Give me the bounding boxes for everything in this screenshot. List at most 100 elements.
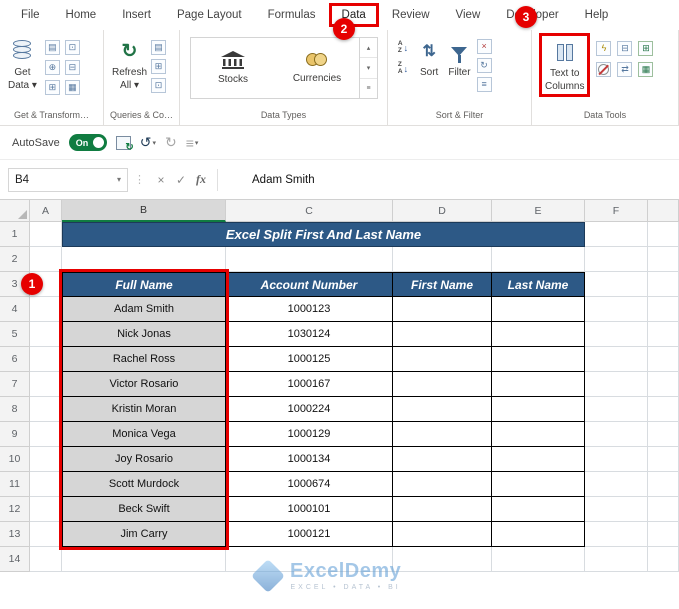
tab-file[interactable]: File xyxy=(8,3,53,27)
gallery-down-icon[interactable]: ▾ xyxy=(360,58,377,79)
formula-bar-value[interactable]: Adam Smith xyxy=(224,174,315,186)
cell-first-name[interactable] xyxy=(393,322,492,347)
column-header-b[interactable]: B xyxy=(62,200,226,222)
remove-duplicates-icon[interactable]: ⊟ xyxy=(617,41,633,56)
enter-icon[interactable]: ✓ xyxy=(171,173,191,187)
cell-c2[interactable] xyxy=(226,247,393,272)
cell-g7[interactable] xyxy=(648,372,679,397)
cell-first-name[interactable] xyxy=(393,422,492,447)
cell-account-number[interactable]: 1000123 xyxy=(226,297,393,322)
cell-account-number[interactable]: 1000674 xyxy=(226,472,393,497)
edit-links-icon[interactable]: ⊡ xyxy=(151,78,167,93)
cell-full-name[interactable]: Rachel Ross xyxy=(62,347,226,372)
gallery-more-icon[interactable]: ≡ xyxy=(360,79,377,98)
row-header-12[interactable]: 12 xyxy=(0,497,30,522)
cell-a12[interactable] xyxy=(30,497,62,522)
autosave-toggle[interactable]: On xyxy=(68,134,107,151)
insert-function-icon[interactable]: fx xyxy=(191,172,211,187)
cell-last-name[interactable] xyxy=(492,372,585,397)
column-header-d[interactable]: D xyxy=(393,200,492,222)
undo-button[interactable]: ↺ ▾ xyxy=(140,134,156,151)
row-header-1[interactable]: 1 xyxy=(0,222,30,247)
cell-first-name[interactable] xyxy=(393,347,492,372)
cell-first-name[interactable] xyxy=(393,297,492,322)
tab-insert[interactable]: Insert xyxy=(109,3,164,27)
tab-help[interactable]: Help xyxy=(572,3,622,27)
tab-view[interactable]: View xyxy=(443,3,494,27)
reapply-icon[interactable]: ↻ xyxy=(476,58,492,73)
row-header-14[interactable]: 14 xyxy=(0,547,30,572)
customize-qat-button[interactable]: ≡ ▾ xyxy=(186,135,199,151)
text-to-columns-button[interactable]: Text to Columns xyxy=(539,33,591,97)
cell-first-name[interactable] xyxy=(393,472,492,497)
consolidate-icon[interactable]: ⊞ xyxy=(638,41,654,56)
column-header-f[interactable]: F xyxy=(585,200,648,222)
select-all-button[interactable] xyxy=(0,200,30,222)
filter-button[interactable]: Filter xyxy=(444,33,474,82)
cell-g3[interactable] xyxy=(648,272,679,297)
from-table-range-icon[interactable]: ⊞ xyxy=(44,80,60,95)
sort-descending-button[interactable]: ZA ↓ xyxy=(392,60,414,77)
cell-e14[interactable] xyxy=(492,547,585,572)
cell-a13[interactable] xyxy=(30,522,62,547)
cell-last-name[interactable] xyxy=(492,522,585,547)
cell-full-name[interactable]: Scott Murdock xyxy=(62,472,226,497)
cell-e2[interactable] xyxy=(492,247,585,272)
cell-full-name[interactable]: Beck Swift xyxy=(62,497,226,522)
cell-g2[interactable] xyxy=(648,247,679,272)
column-header-a[interactable]: A xyxy=(30,200,62,222)
name-box[interactable]: B4 ▾ xyxy=(8,167,128,192)
cell-a2[interactable] xyxy=(30,247,62,272)
cell-a6[interactable] xyxy=(30,347,62,372)
cell-g13[interactable] xyxy=(648,522,679,547)
advanced-filter-icon[interactable]: ≡ xyxy=(476,77,492,92)
cell-g10[interactable] xyxy=(648,447,679,472)
get-data-button[interactable]: Get Data ▾ xyxy=(4,33,41,94)
cell-last-name[interactable] xyxy=(492,422,585,447)
existing-connections-icon[interactable]: ⊟ xyxy=(64,60,80,75)
cell-first-name[interactable] xyxy=(393,372,492,397)
row-header-11[interactable]: 11 xyxy=(0,472,30,497)
cell-a8[interactable] xyxy=(30,397,62,422)
row-header-7[interactable]: 7 xyxy=(0,372,30,397)
tab-formulas[interactable]: Formulas xyxy=(255,3,329,27)
cell-account-number[interactable]: 1000125 xyxy=(226,347,393,372)
cell-last-name[interactable] xyxy=(492,297,585,322)
cell-f3[interactable] xyxy=(585,272,648,297)
column-header-c[interactable]: C xyxy=(226,200,393,222)
column-header-partial[interactable] xyxy=(648,200,679,222)
cell-first-name[interactable] xyxy=(393,522,492,547)
header-full-name[interactable]: Full Name xyxy=(62,272,226,297)
cell-account-number[interactable]: 1000134 xyxy=(226,447,393,472)
cell-f14[interactable] xyxy=(585,547,648,572)
cell-a5[interactable] xyxy=(30,322,62,347)
stocks-button[interactable]: Stocks xyxy=(191,38,275,98)
cell-first-name[interactable] xyxy=(393,497,492,522)
cell-f12[interactable] xyxy=(585,497,648,522)
currencies-button[interactable]: Currencies xyxy=(275,38,359,98)
cell-a9[interactable] xyxy=(30,422,62,447)
row-header-13[interactable]: 13 xyxy=(0,522,30,547)
tab-review[interactable]: Review xyxy=(379,3,443,27)
clear-filter-icon[interactable]: × xyxy=(476,39,492,54)
name-box-dropdown-icon[interactable]: ▾ xyxy=(117,175,121,184)
cell-f7[interactable] xyxy=(585,372,648,397)
header-last-name[interactable]: Last Name xyxy=(492,272,585,297)
cell-g9[interactable] xyxy=(648,422,679,447)
cell-account-number[interactable]: 1030124 xyxy=(226,322,393,347)
cell-full-name[interactable]: Adam Smith xyxy=(62,297,226,322)
cell-f9[interactable] xyxy=(585,422,648,447)
row-header-10[interactable]: 10 xyxy=(0,447,30,472)
cell-account-number[interactable]: 1000101 xyxy=(226,497,393,522)
cell-g4[interactable] xyxy=(648,297,679,322)
relationships-icon[interactable]: ⇄ xyxy=(617,62,633,77)
row-header-6[interactable]: 6 xyxy=(0,347,30,372)
cell-a10[interactable] xyxy=(30,447,62,472)
tab-home[interactable]: Home xyxy=(53,3,110,27)
properties-icon[interactable]: ⊞ xyxy=(151,59,167,74)
cell-f2[interactable] xyxy=(585,247,648,272)
header-first-name[interactable]: First Name xyxy=(393,272,492,297)
cell-b2[interactable] xyxy=(62,247,226,272)
cell-full-name[interactable]: Kristin Moran xyxy=(62,397,226,422)
cell-g12[interactable] xyxy=(648,497,679,522)
